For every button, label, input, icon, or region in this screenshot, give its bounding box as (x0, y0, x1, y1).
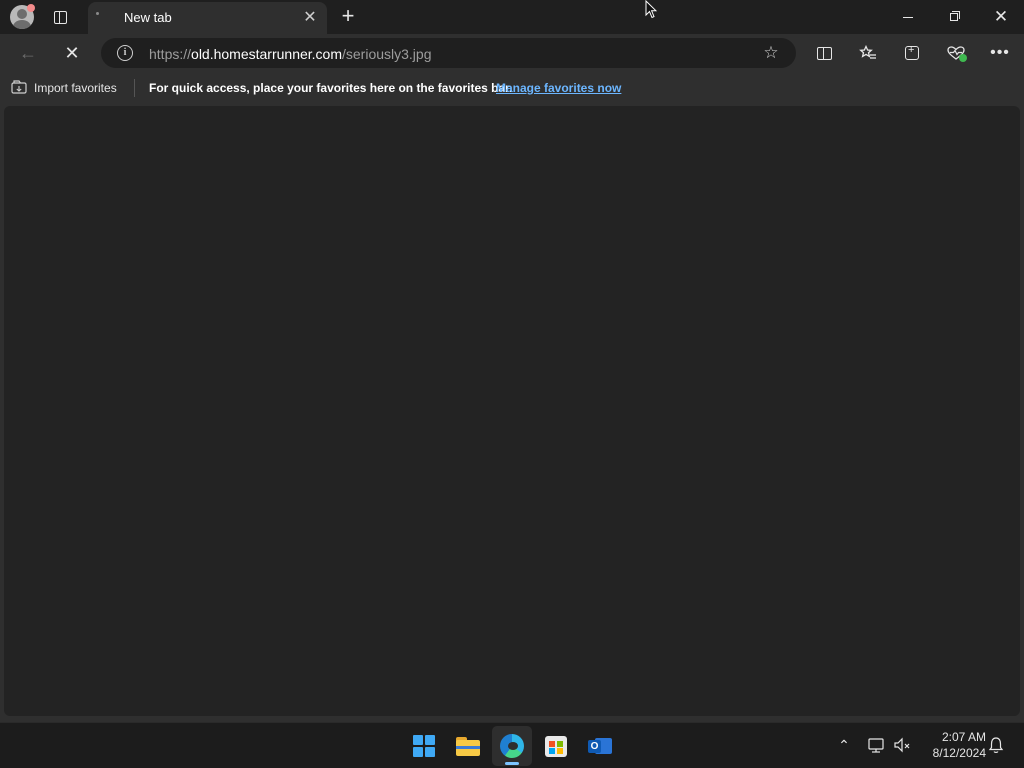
title-bar: New tab ✕ + ✕ (0, 0, 1024, 34)
start-button[interactable] (404, 726, 444, 766)
favorites-bar-message: For quick access, place your favorites h… (149, 81, 513, 95)
clock-time: 2:07 AM (941, 730, 986, 744)
tab-close-button[interactable]: ✕ (301, 9, 319, 27)
profile-notification-dot (27, 4, 35, 12)
tab-loading-icon (96, 12, 99, 15)
mouse-cursor-icon (645, 0, 657, 19)
more-options-button[interactable]: ••• (988, 42, 1012, 64)
outlook-icon: O (588, 735, 612, 757)
restore-button[interactable] (940, 6, 970, 28)
notification-bell-icon[interactable] (987, 735, 1005, 755)
url-protocol: https:// (149, 46, 192, 62)
favorites-icon (859, 45, 876, 59)
network-icon[interactable] (866, 735, 886, 755)
clock-date: 8/12/2024 (932, 746, 986, 760)
page-content[interactable] (4, 106, 1020, 716)
navigation-toolbar: ← ✕ i https://old.homestarrunner.com/ser… (0, 34, 1024, 72)
content-frame (0, 104, 1024, 722)
tab-title: New tab (124, 10, 172, 25)
browser-essentials-button[interactable] (944, 42, 968, 64)
edge-icon (500, 734, 524, 758)
active-indicator (505, 762, 519, 765)
store-icon (545, 735, 567, 757)
edge-taskbar-button[interactable] (492, 726, 532, 766)
file-explorer-button[interactable] (448, 726, 488, 766)
taskbar: O ⌃ 2:07 AM 8/12/2024 (0, 722, 1024, 768)
show-hidden-icons-button[interactable]: ⌃ (835, 735, 853, 755)
outlook-button[interactable]: O (580, 726, 620, 766)
collections-button[interactable] (900, 42, 924, 64)
divider (134, 79, 135, 97)
system-clock[interactable]: 2:07 AM 8/12/2024 (916, 729, 986, 761)
split-screen-button[interactable] (812, 42, 836, 64)
stop-loading-button[interactable]: ✕ (58, 42, 86, 64)
address-bar[interactable]: i https://old.homestarrunner.com/serious… (101, 38, 796, 68)
folder-icon (456, 736, 480, 756)
favorites-bar: Import favorites For quick access, place… (0, 72, 1024, 104)
minimize-button[interactable] (893, 6, 923, 28)
tab-actions-button[interactable] (46, 5, 74, 29)
favorites-button[interactable] (856, 42, 880, 64)
url-host: old.homestarrunner.com (191, 46, 342, 62)
windows-logo-icon (413, 735, 435, 757)
manage-favorites-link[interactable]: Manage favorites now (496, 81, 621, 95)
import-favorites-button[interactable]: Import favorites (34, 81, 117, 95)
heart-pulse-icon (947, 46, 967, 62)
microsoft-store-button[interactable] (536, 726, 576, 766)
import-favorites-icon (11, 80, 27, 94)
url-text[interactable]: https://old.homestarrunner.com/seriously… (149, 46, 432, 62)
url-path: /seriously3.jpg (342, 46, 432, 62)
star-icon[interactable]: ☆ (761, 43, 781, 63)
collections-icon (905, 44, 919, 60)
tab-actions-icon (53, 10, 67, 24)
info-icon[interactable]: i (117, 45, 133, 61)
split-screen-icon (816, 46, 832, 60)
tab-new-tab[interactable]: New tab ✕ (88, 2, 327, 34)
close-window-button[interactable]: ✕ (986, 6, 1016, 28)
volume-muted-icon[interactable] (892, 735, 912, 755)
new-tab-button[interactable]: + (336, 5, 360, 29)
ellipsis-icon: ••• (990, 44, 1010, 61)
back-button[interactable]: ← (14, 42, 42, 64)
status-badge (959, 54, 967, 62)
